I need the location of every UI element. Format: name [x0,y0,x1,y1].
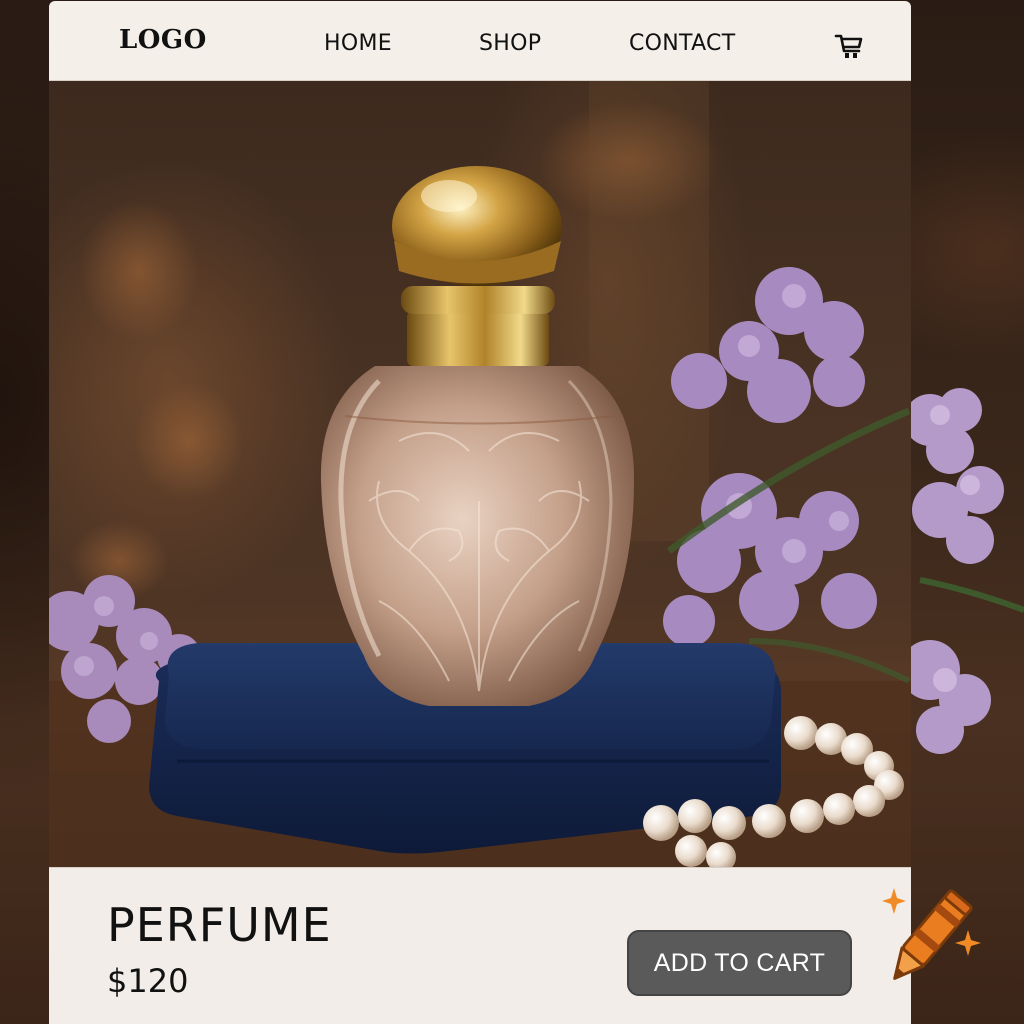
nav-link-home[interactable]: HOME [324,31,392,56]
product-card: LOGO HOME SHOP CONTACT PERFUME $120 ADD … [49,1,911,1024]
product-title: PERFUME [107,898,332,952]
nav-link-shop[interactable]: SHOP [479,31,541,56]
add-to-cart-button[interactable]: ADD TO CART [627,930,852,996]
nav-link-contact[interactable]: CONTACT [629,31,735,56]
hero-product-image [49,81,911,867]
shopping-cart-icon[interactable] [833,29,865,61]
site-logo[interactable]: LOGO [119,25,207,55]
product-info-bar: PERFUME $120 ADD TO CART [49,867,911,1024]
crayon-sparkle-icon [882,888,981,980]
product-price: $120 [107,962,189,1000]
perfume-scene [49,81,911,867]
top-navbar: LOGO HOME SHOP CONTACT [49,1,911,81]
background-flowers-right [900,388,1024,754]
